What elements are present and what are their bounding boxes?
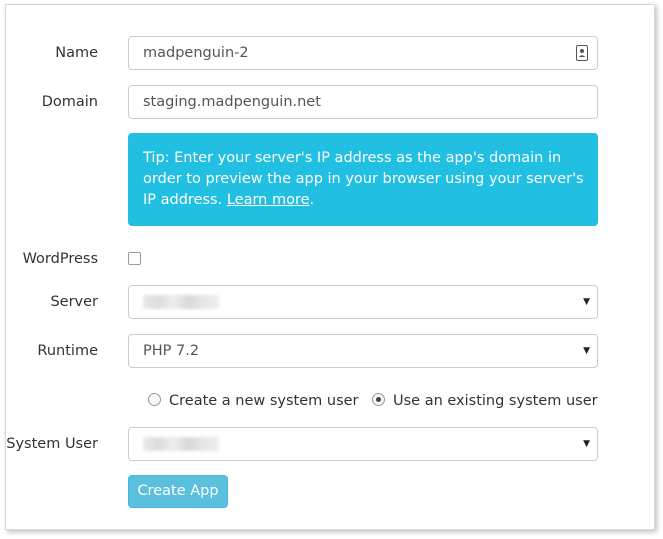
learn-more-link[interactable]: Learn more: [227, 192, 310, 208]
use-existing-user-label[interactable]: Use an existing system user: [393, 391, 598, 411]
name-input[interactable]: madpenguin-2: [128, 36, 598, 70]
system-user-value-redacted: [143, 437, 219, 451]
domain-input-value: staging.madpenguin.net: [143, 94, 321, 110]
runtime-select[interactable]: PHP 7.2 ▼: [128, 334, 598, 368]
create-new-user-radio[interactable]: [148, 393, 161, 406]
domain-label: Domain: [41, 94, 98, 110]
system-user-select[interactable]: ▼: [128, 427, 598, 461]
caret-down-icon: ▼: [583, 297, 590, 307]
use-existing-user-radio[interactable]: [372, 393, 385, 406]
radio-selected-dot: [376, 397, 381, 402]
domain-input[interactable]: staging.madpenguin.net: [128, 85, 598, 119]
runtime-label: Runtime: [37, 343, 98, 359]
system-user-label: System User: [6, 436, 98, 452]
server-label: Server: [50, 294, 98, 310]
server-select[interactable]: ▼: [128, 285, 598, 319]
tip-end: .: [309, 192, 315, 208]
create-app-button[interactable]: Create App: [128, 475, 228, 508]
domain-tip-alert: Tip: Enter your server's IP address as t…: [128, 133, 598, 226]
create-new-user-label[interactable]: Create a new system user: [169, 391, 359, 411]
wordpress-label: WordPress: [22, 251, 98, 267]
caret-down-icon: ▼: [583, 439, 590, 449]
name-label: Name: [55, 45, 98, 61]
name-input-value: madpenguin-2: [143, 45, 249, 61]
server-value-redacted: [143, 295, 219, 309]
caret-down-icon: ▼: [583, 346, 590, 356]
contact-card-icon[interactable]: [576, 45, 588, 61]
tip-text: Tip: Enter your server's IP address as t…: [143, 150, 584, 208]
runtime-select-value: PHP 7.2: [143, 343, 200, 359]
wordpress-checkbox[interactable]: [128, 252, 141, 265]
